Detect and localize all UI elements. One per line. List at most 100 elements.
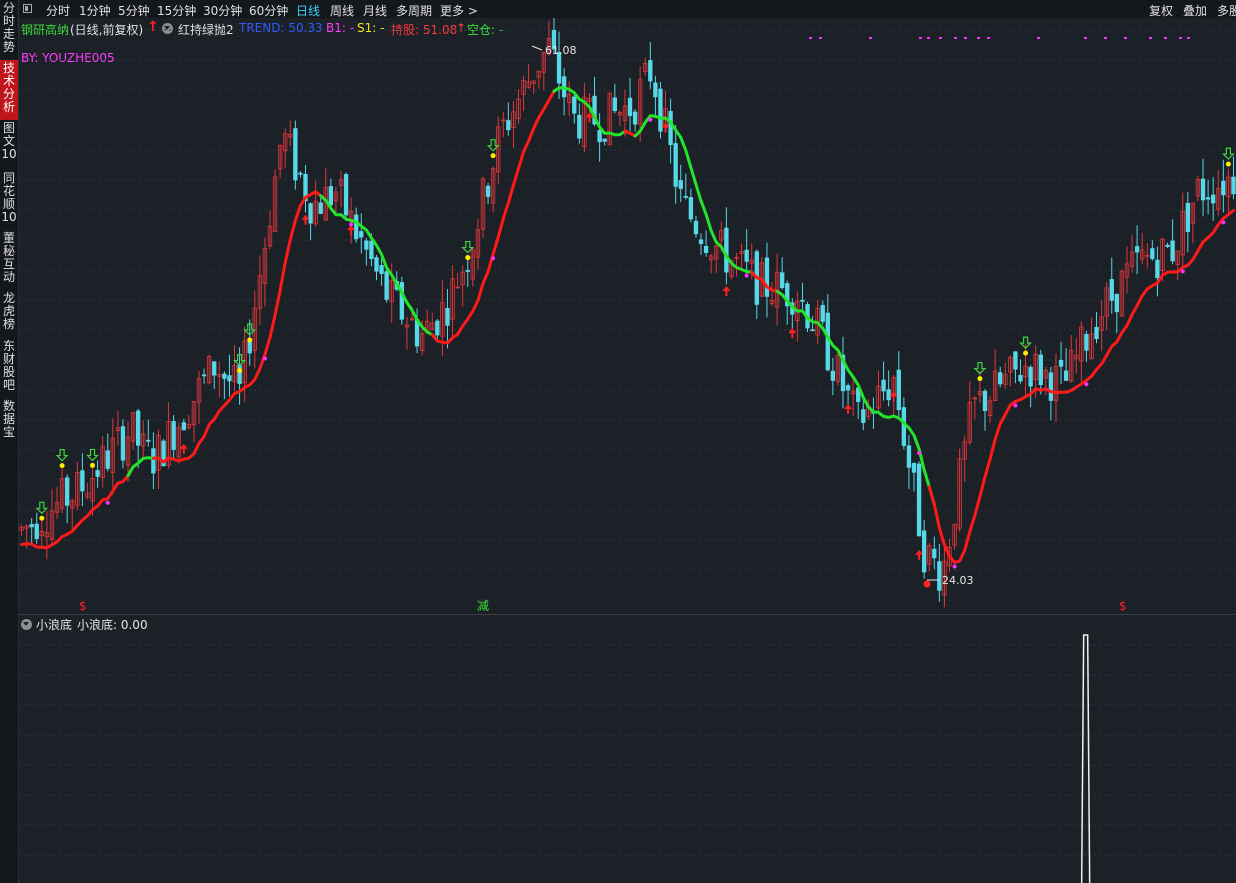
sidebar-item-databank[interactable]: 数据宝: [0, 400, 18, 440]
signal-dot: [1225, 161, 1231, 167]
tab-more[interactable]: 更多 >: [440, 2, 478, 19]
candle-body: [1063, 370, 1069, 381]
candle-body: [612, 97, 617, 112]
event-marker: $: [1119, 599, 1127, 613]
candlestick-chart[interactable]: 61.08 24.03 $ 减 $: [19, 18, 1236, 614]
signal-dot: [1037, 37, 1040, 39]
candle-body: [135, 410, 141, 446]
tab-15min[interactable]: 15分钟: [157, 2, 196, 19]
signal-dot: [1187, 37, 1190, 39]
tab-weekly[interactable]: 周线: [330, 2, 354, 19]
candle-body: [1013, 351, 1018, 370]
candle-body: [1134, 246, 1140, 253]
candle-body: [34, 523, 39, 540]
signal-dot: [1104, 37, 1107, 39]
sidebar-item-tonghuashun[interactable]: 同花顺10: [0, 172, 18, 224]
tab-multi-period[interactable]: 多周期: [396, 2, 432, 19]
signal-dot: [1221, 220, 1226, 225]
sub-indicator-dropdown-icon[interactable]: [21, 619, 32, 630]
restore-rights-button[interactable]: 复权: [1149, 2, 1173, 19]
candle-body: [95, 470, 100, 477]
signal-dot: [939, 37, 942, 39]
candle-body: [1084, 333, 1089, 351]
candle-body: [181, 422, 186, 431]
candle-body: [764, 257, 770, 297]
signal-dot: [1084, 382, 1089, 387]
candle-body: [845, 385, 851, 391]
candle-body: [64, 477, 70, 506]
multi-stock-button[interactable]: 多股: [1217, 2, 1236, 19]
signal-dot: [952, 564, 957, 569]
sub-indicator-name: 小浪底: [36, 618, 73, 632]
signal-dot: [1180, 269, 1185, 274]
candle-body: [906, 445, 912, 468]
signal-dot: [648, 117, 653, 122]
candle-body: [627, 97, 633, 116]
candle-body: [673, 143, 678, 187]
candle-body: [318, 202, 323, 214]
candle-body: [572, 96, 577, 114]
tab-60min[interactable]: 60分钟: [249, 2, 288, 19]
candle-body: [693, 220, 699, 235]
candle-body: [698, 239, 704, 245]
candle-body: [1058, 360, 1064, 367]
candle-body: [1150, 248, 1155, 260]
tab-30min[interactable]: 30分钟: [203, 2, 242, 19]
sidebar-item-secretary[interactable]: 董秘互动: [0, 232, 18, 284]
signal-dot: [977, 376, 983, 382]
candle-body: [1231, 176, 1236, 195]
hold-trend-line: [430, 86, 561, 345]
candle-body: [1114, 293, 1120, 313]
candle-body: [171, 421, 176, 450]
signal-dot: [819, 37, 822, 39]
candle-body: [896, 369, 901, 411]
candle-body: [445, 307, 450, 326]
tab-5min[interactable]: 5分钟: [118, 2, 150, 19]
window-toggle-icon[interactable]: [23, 4, 32, 13]
candle-body: [29, 524, 34, 528]
tab-monthly[interactable]: 月线: [363, 2, 387, 19]
sidebar-item-forum[interactable]: 东财股吧: [0, 340, 18, 392]
signal-dot: [919, 37, 922, 39]
candle-body: [1038, 354, 1043, 386]
sub-indicator-chart[interactable]: [19, 615, 1236, 883]
overlay-button[interactable]: 叠加: [1183, 2, 1207, 19]
signal-dot: [1179, 37, 1182, 39]
candle-body: [293, 128, 298, 181]
candle-body: [364, 240, 369, 250]
event-marker: $: [79, 599, 87, 613]
candle-body: [146, 439, 151, 442]
candle-body: [1211, 194, 1216, 204]
candle-body: [998, 372, 1003, 385]
tab-intraday[interactable]: 分时: [46, 2, 70, 19]
signal-dot: [59, 463, 65, 469]
sidebar-item-graphic[interactable]: 图文10: [0, 122, 18, 162]
signal-dot: [90, 462, 96, 468]
buy-arrow-icon: [347, 225, 356, 236]
high-price-label: 61.08: [545, 44, 577, 57]
tab-daily[interactable]: 日线: [296, 2, 320, 19]
signal-dot: [1084, 37, 1087, 39]
candle-body: [577, 114, 582, 139]
candle-body: [820, 305, 825, 322]
empty-trend-line: [319, 194, 439, 343]
candle-body: [724, 227, 729, 273]
sidebar-item-technical[interactable]: 技术分析: [0, 60, 18, 120]
sell-arrow-icon: [86, 448, 99, 462]
candle-body: [602, 138, 607, 142]
period-toolbar: 分时 1分钟 5分钟 15分钟 30分钟 60分钟 日线 周线 月线 多周期 更…: [19, 0, 1236, 18]
sidebar-item-dragon-tiger[interactable]: 龙虎榜: [0, 292, 18, 332]
low-marker: [923, 580, 931, 588]
candle-body: [886, 389, 891, 401]
candle-body: [1155, 259, 1160, 278]
candle-body: [359, 231, 364, 238]
signal-dot: [1149, 37, 1152, 39]
candle-body: [1048, 372, 1054, 401]
candle-body: [1185, 202, 1191, 232]
sub-indicator-value: 小浪底: 0.00: [77, 618, 148, 632]
buy-arrow-icon: [722, 286, 731, 297]
candle-body: [354, 214, 359, 240]
sidebar-item-intraday[interactable]: 分时走势: [0, 2, 18, 54]
candle-body: [916, 463, 922, 537]
tab-1min[interactable]: 1分钟: [79, 2, 111, 19]
